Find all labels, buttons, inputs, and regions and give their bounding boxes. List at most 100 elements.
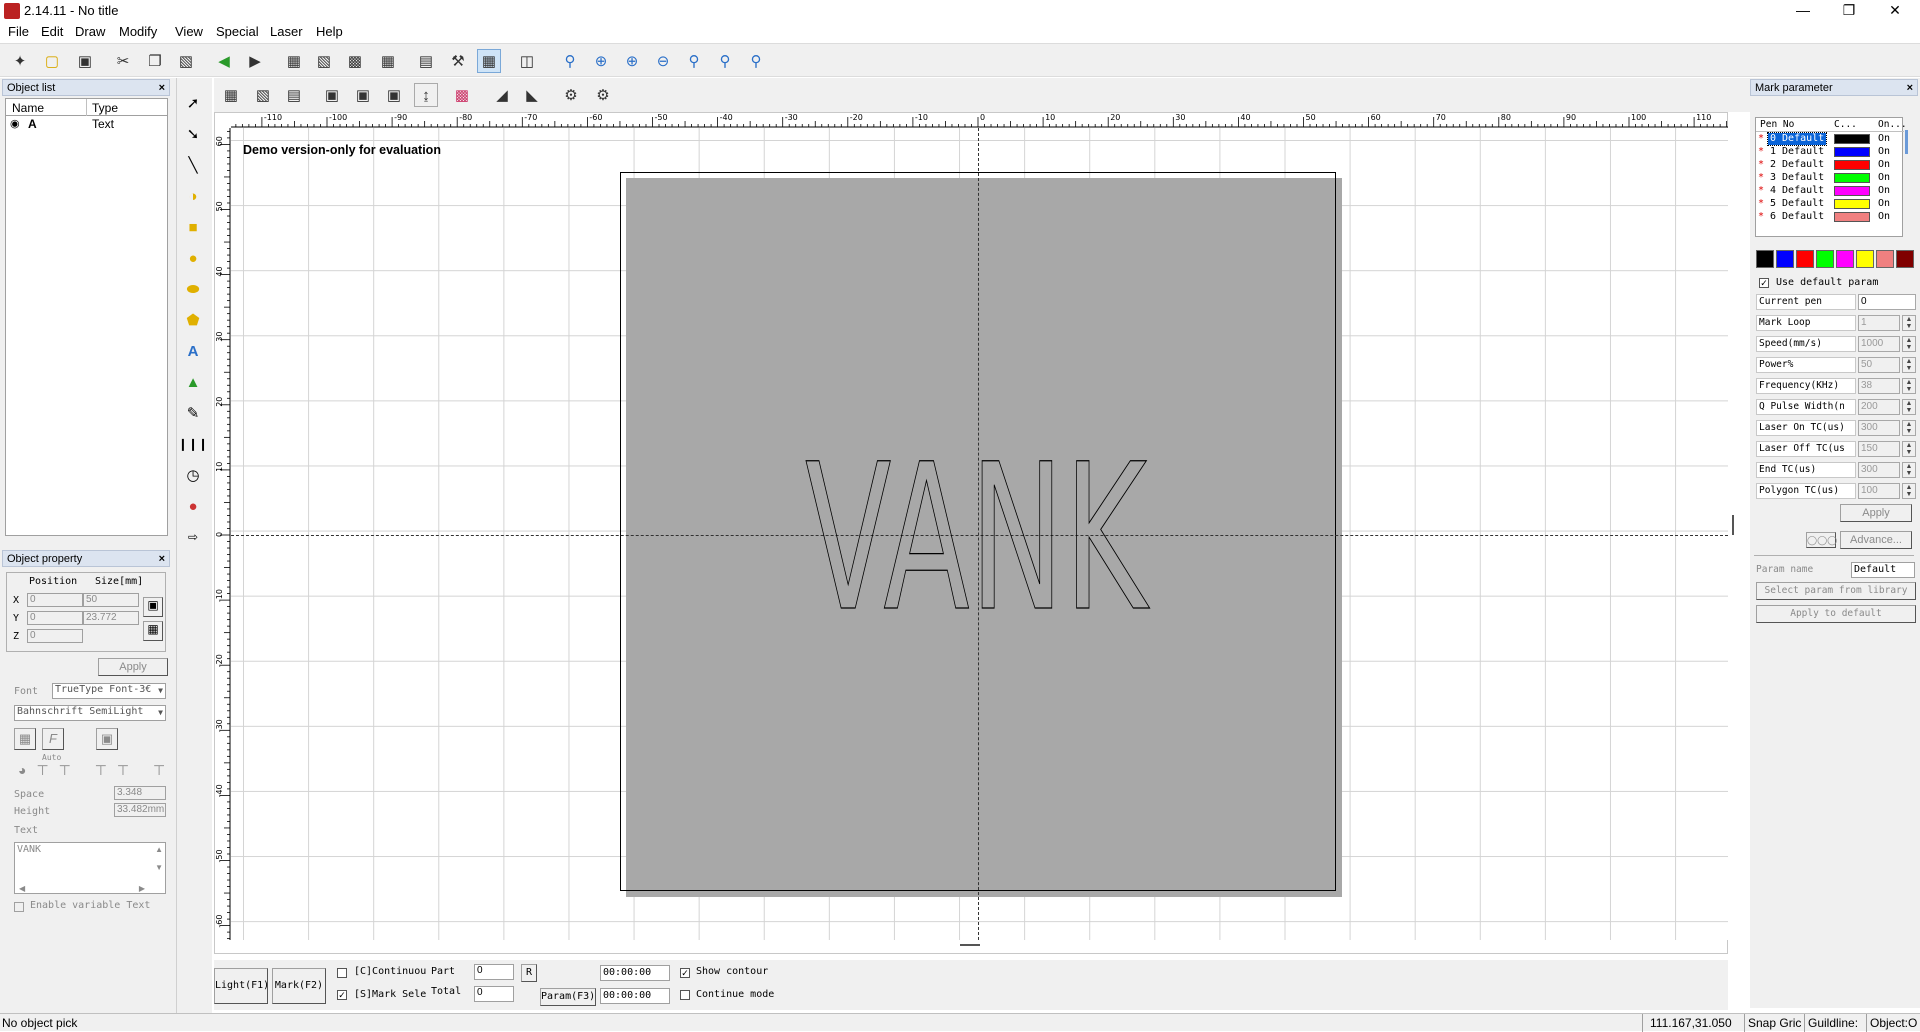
menu-file[interactable]: File (8, 24, 29, 39)
apply-button[interactable]: Apply (98, 658, 168, 676)
palette-color-swatch[interactable] (1756, 250, 1774, 268)
zoom-out-icon[interactable]: ⊖ (651, 49, 675, 73)
splitter-handle[interactable] (1732, 515, 1734, 535)
unlock-icon[interactable]: ▣ (351, 83, 375, 107)
pen-on-status[interactable]: On (1878, 146, 1890, 158)
zoom-icon[interactable]: ⚲ (558, 49, 582, 73)
param-value-field[interactable]: 50 (1858, 357, 1900, 373)
select-tool-icon[interactable]: ▦ (282, 49, 306, 73)
part-count-field[interactable]: 0 (474, 964, 514, 980)
param-value-field[interactable]: 1 (1858, 315, 1900, 331)
circle-icon[interactable]: ● (180, 245, 206, 271)
snap-icon[interactable]: ↨ (414, 83, 438, 107)
italic-icon[interactable]: F (42, 728, 64, 750)
bold-icon[interactable]: ▦ (14, 728, 36, 750)
node-edit-icon[interactable]: ▧ (312, 49, 336, 73)
param-name-field[interactable]: Default (1851, 562, 1915, 578)
timer-icon[interactable]: ◷ (180, 462, 206, 488)
spin-arrows-icon[interactable]: ▲ ▼ (1902, 378, 1916, 394)
x-position-field[interactable]: 0 (27, 593, 83, 607)
palette-color-swatch[interactable] (1836, 250, 1854, 268)
z-position-field[interactable]: 0 (27, 629, 83, 643)
pen-row[interactable]: * 1 Default On (1756, 146, 1896, 159)
param-value-field[interactable]: 38 (1858, 378, 1900, 394)
apply-to-default-button[interactable]: Apply to default (1756, 605, 1916, 623)
align-mode-icons[interactable]: ◕⊤⊤ ⊤⊤ ⊤⊤ (18, 762, 197, 779)
spin-arrows-icon[interactable]: ▲ ▼ (1902, 420, 1916, 436)
palette-color-swatch[interactable] (1896, 250, 1914, 268)
spin-arrows-icon[interactable]: ▲ ▼ (1902, 315, 1916, 331)
height-field[interactable]: 33.482mm (114, 803, 166, 817)
scroll-up-icon[interactable]: ▲ (155, 845, 163, 854)
pen-row[interactable]: * 0 Default On (1756, 132, 1896, 146)
delay-icon[interactable]: ⇨ (180, 524, 206, 550)
tools-icon[interactable]: ⚒ (446, 49, 470, 73)
back-icon[interactable]: ◀ (212, 49, 236, 73)
cut-icon[interactable]: ✂ (111, 49, 135, 73)
y-size-field[interactable]: 23.772 (83, 611, 139, 625)
pen-row[interactable]: * 6 Default On (1756, 211, 1896, 224)
palette-color-swatch[interactable] (1776, 250, 1794, 268)
zoom-in-icon[interactable]: ⊕ (589, 49, 613, 73)
list-item[interactable]: ◉ A Text (6, 117, 167, 132)
param-value-field[interactable]: 300 (1858, 462, 1900, 478)
pen-color-swatch[interactable] (1834, 173, 1870, 183)
font-name-select[interactable]: Bahnschrift SemiLight ▼ (14, 705, 166, 721)
rotate-cw-icon[interactable]: ⚙ (559, 83, 583, 107)
continue-mode-checkbox[interactable] (680, 990, 690, 1000)
input-output-icon[interactable]: ● (180, 493, 206, 519)
pen-row[interactable]: * 4 Default On (1756, 185, 1896, 198)
text-tool-icon[interactable]: A (180, 338, 206, 364)
pen-on-status[interactable]: On (1878, 159, 1890, 171)
restore-button[interactable]: ❐ (1826, 0, 1872, 22)
save-icon[interactable]: ▣ (73, 49, 97, 73)
hatch-icon[interactable]: ▤ (414, 49, 438, 73)
object-snap-status[interactable]: Object:O (1870, 1016, 1917, 1030)
anchor-point-icon[interactable]: ▦ (143, 621, 163, 641)
mark-selected-checkbox[interactable]: ✓ (337, 990, 347, 1000)
pen-color-swatch[interactable] (1834, 160, 1870, 170)
menu-laser[interactable]: Laser (270, 24, 303, 39)
font-type-select[interactable]: TrueType Font-3€ ▼ (52, 683, 166, 699)
total-count-field[interactable]: 0 (474, 986, 514, 1002)
color-pen-icon[interactable]: ▩ (450, 83, 474, 107)
param-value-field[interactable]: 0 (1858, 294, 1916, 310)
snap-grid-status[interactable]: Snap Gric (1748, 1016, 1801, 1030)
palette-color-swatch[interactable] (1816, 250, 1834, 268)
pen-color-swatch[interactable] (1834, 212, 1870, 222)
scroll-left-icon[interactable]: ◀ (19, 884, 25, 893)
pen-row[interactable]: * 3 Default On (1756, 172, 1896, 185)
ungroup-icon[interactable]: ▦ (376, 49, 400, 73)
bottom-splitter-handle[interactable] (960, 944, 980, 946)
x-size-field[interactable]: 50 (83, 593, 139, 607)
vank-text-object[interactable]: VANK (801, 448, 1181, 618)
zoom-all-icon[interactable]: ⚲ (682, 49, 706, 73)
close-icon[interactable]: × (159, 551, 165, 567)
copy-icon[interactable]: ❐ (143, 49, 167, 73)
line-icon[interactable]: ╲ (180, 152, 206, 178)
column-pen-no[interactable]: Pen No (1760, 119, 1794, 130)
zoom-window-icon[interactable]: ⚲ (713, 49, 737, 73)
menu-draw[interactable]: Draw (75, 24, 105, 39)
rectangle-icon[interactable]: ■ (180, 214, 206, 240)
group-icon[interactable]: ▩ (343, 49, 367, 73)
light-button[interactable]: Light(F1) (214, 968, 269, 1004)
rotate-ccw-icon[interactable]: ⚙ (591, 83, 615, 107)
zoom-selected-icon[interactable]: ⚲ (744, 49, 768, 73)
grid-toggle-icon[interactable]: ▦ (477, 49, 501, 73)
close-icon[interactable]: × (159, 80, 165, 96)
menu-modify[interactable]: Modify (119, 24, 157, 39)
pen-row[interactable]: * 2 Default On (1756, 159, 1896, 172)
close-icon[interactable]: × (1907, 80, 1913, 96)
zoom-in-alt-icon[interactable]: ⊕ (620, 49, 644, 73)
pen-on-status[interactable]: On (1878, 211, 1890, 223)
y-position-field[interactable]: 0 (27, 611, 83, 625)
palette-color-swatch[interactable] (1856, 250, 1874, 268)
pen-color-swatch[interactable] (1834, 199, 1870, 209)
pen-color-swatch[interactable] (1834, 186, 1870, 196)
mirror-vertical-icon[interactable]: ◣ (520, 83, 544, 107)
select-from-library-button[interactable]: Select param from library (1756, 582, 1916, 600)
pen-on-status[interactable]: On (1878, 172, 1890, 184)
column-on[interactable]: On... (1878, 119, 1907, 130)
curve-icon[interactable]: ◑ (180, 183, 206, 209)
